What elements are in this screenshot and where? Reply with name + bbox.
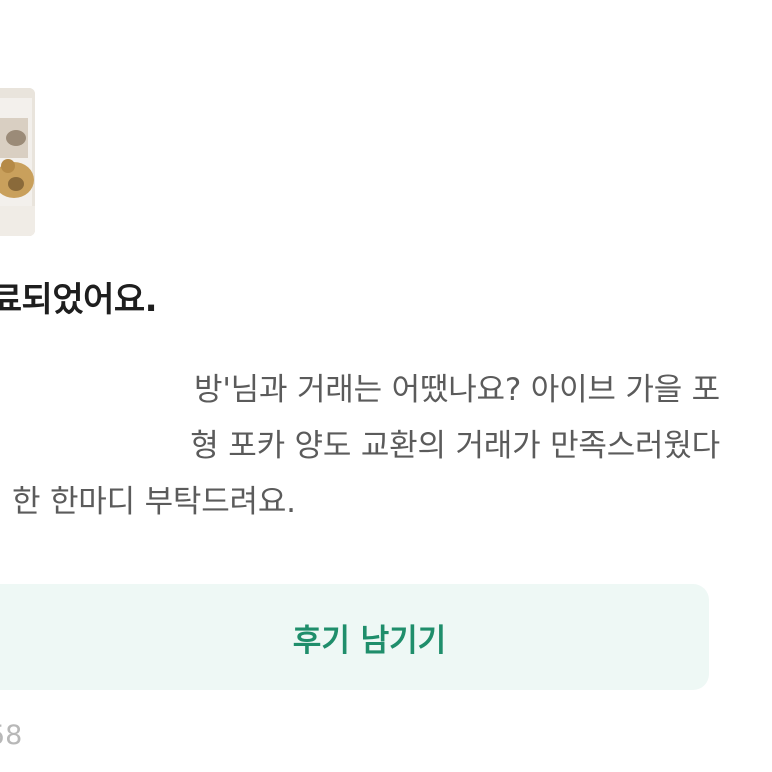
product-photo-icon: [0, 88, 35, 236]
leave-review-button[interactable]: 후기 남기기: [0, 584, 709, 690]
chat-system-message: 완료되었어요. 방'님과 거래는 어땠나요? 아이브 가을 포 형 포카 양도 …: [0, 0, 772, 772]
completion-title: 완료되었어요.: [0, 280, 158, 320]
review-prompt-line: 한 한마디 부탁드려요.: [12, 484, 296, 520]
product-thumbnail[interactable]: [0, 88, 35, 236]
message-count: 58: [0, 720, 23, 751]
review-prompt-text: 방'님과 거래는 어땠나요? 아이브 가을 포 형 포카 양도 교환의 거래가 …: [0, 362, 720, 530]
review-prompt-line: 방'님과 거래는 어땠나요? 아이브 가을 포: [194, 372, 720, 408]
review-prompt-line: 형 포카 양도 교환의 거래가 만족스러웠다: [190, 428, 720, 464]
